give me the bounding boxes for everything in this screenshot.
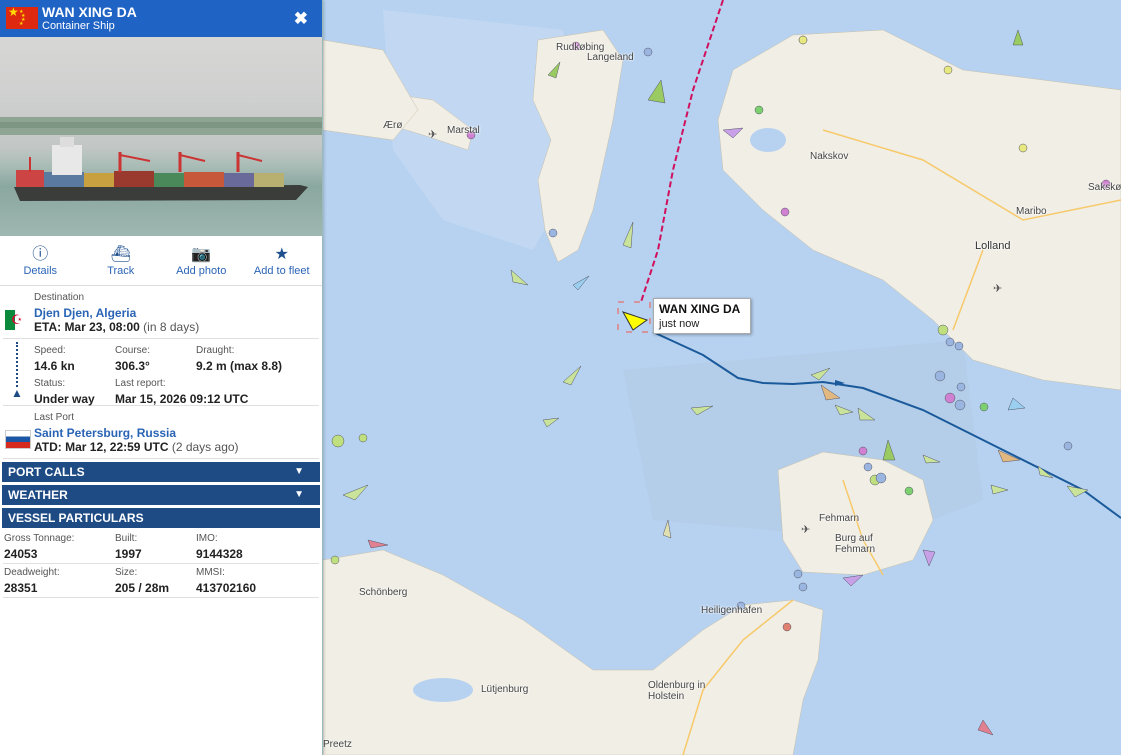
- china-flag-icon: ★ ★ ★ ★ ★: [6, 6, 38, 29]
- destination-port-link[interactable]: Djen Djen, Algeria: [34, 306, 136, 320]
- draught-label: Draught:: [196, 345, 235, 356]
- details-label: Details: [23, 265, 58, 277]
- lake: [413, 678, 473, 702]
- voyage-progress-line: [16, 342, 18, 387]
- draught-value: 9.2 m (max 8.8): [196, 359, 283, 373]
- place-label: Preetz: [323, 739, 352, 750]
- weather-toggle[interactable]: WEATHER ▼: [2, 485, 320, 505]
- atd-line: ATD: Mar 12, 22:59 UTC (2 days ago): [34, 440, 239, 454]
- place-label: Nakskov: [810, 151, 849, 162]
- last-port-section: Last Port Saint Petersburg, Russia ATD: …: [3, 406, 319, 459]
- selected-vessel-icon: [621, 311, 649, 331]
- destination-label: Destination: [34, 292, 85, 303]
- last-report-value: Mar 15, 2026 09:12 UTC: [115, 392, 249, 406]
- place-label: Schönberg: [359, 587, 408, 598]
- status-label: Status:: [34, 378, 66, 389]
- gross-tonnage-label: Gross Tonnage:: [4, 533, 75, 544]
- last-port-label: Last Port: [34, 412, 75, 423]
- add-to-fleet-button[interactable]: ★ Add to fleet: [242, 236, 323, 285]
- place-label: Maribo: [1016, 206, 1047, 217]
- place-label: Marstal: [447, 125, 480, 136]
- atd-note: (2 days ago): [171, 440, 239, 454]
- imo-label: IMO:: [196, 533, 218, 544]
- place-label: Burg auf Fehmarn: [835, 533, 876, 555]
- eta-line: ETA: Mar 23, 08:00 (in 8 days): [34, 320, 199, 334]
- speed-label: Speed:: [34, 345, 66, 356]
- russia-flag-icon: [5, 430, 31, 449]
- vessel-photo[interactable]: [0, 37, 322, 236]
- speed-value: 14.6 kn: [34, 359, 75, 373]
- chevron-down-icon: ▼: [294, 489, 304, 500]
- algeria-flag-icon: ☪: [5, 310, 25, 330]
- place-label: Oldenburg in Holstein: [648, 680, 706, 702]
- last-report-label: Last report:: [115, 378, 166, 389]
- place-label: Langeland: [587, 52, 634, 63]
- place-label: Heiligenhafen: [701, 605, 763, 616]
- port-calls-toggle[interactable]: PORT CALLS ▼: [2, 462, 320, 482]
- atd-value: ATD: Mar 12, 22:59 UTC: [34, 440, 169, 454]
- svg-text:✈: ✈: [428, 129, 437, 141]
- mmsi-value: 413702160: [196, 581, 257, 595]
- vessel-particulars-toggle[interactable]: VESSEL PARTICULARS: [2, 508, 320, 528]
- place-label: Lütjenburg: [481, 684, 529, 695]
- place-label: Lolland: [975, 240, 1011, 252]
- ship-icon: ⛴: [110, 246, 131, 263]
- particulars-row-1: Gross Tonnage: 24053 Built: 1997 IMO: 91…: [3, 530, 319, 564]
- vessel-tooltip[interactable]: WAN XING DA just now: [653, 298, 751, 334]
- vessel-position-icon: ▲: [11, 386, 23, 400]
- eta-value: ETA: Mar 23, 08:00: [34, 320, 140, 334]
- imo-value: 9144328: [196, 547, 243, 561]
- track-label: Track: [107, 265, 135, 277]
- lolland-island: [717, 29, 1121, 391]
- mmsi-label: MMSI:: [196, 567, 225, 578]
- ship-photo-image: [0, 117, 322, 201]
- status-value: Under way: [34, 392, 95, 406]
- tooltip-vessel-name: WAN XING DA: [659, 302, 741, 316]
- close-button[interactable]: ✖: [294, 9, 308, 29]
- track-button[interactable]: ⛴ Track: [81, 236, 162, 285]
- panel-header: ★ ★ ★ ★ ★ WAN XING DA Container Ship ✖: [0, 0, 322, 37]
- star-icon: ★: [274, 246, 289, 263]
- lake: [750, 128, 786, 152]
- vessel-particulars-label: VESSEL PARTICULARS: [8, 511, 144, 525]
- add-photo-label: Add photo: [176, 265, 227, 277]
- map-canvas[interactable]: ✈ ✈ ✈: [323, 0, 1121, 755]
- planned-route: [640, 0, 724, 303]
- place-label: Ærø: [383, 120, 403, 131]
- place-label: Sakskøbing: [1088, 182, 1121, 193]
- voyage-section: ▲ Speed: 14.6 kn Course: 306.3° Draught:…: [3, 339, 319, 406]
- eta-note: (in 8 days): [143, 320, 200, 334]
- svg-text:✈: ✈: [993, 283, 1002, 295]
- svg-text:✈: ✈: [801, 524, 810, 536]
- deadweight-value: 28351: [4, 581, 38, 595]
- built-value: 1997: [115, 547, 142, 561]
- tooltip-time: just now: [659, 318, 700, 330]
- chevron-down-icon: ▼: [294, 466, 304, 477]
- info-icon: ⓘ: [32, 246, 49, 263]
- vessel-name: WAN XING DA: [42, 4, 137, 20]
- vessel-type: Container Ship: [42, 20, 115, 32]
- mainland-germany: [323, 549, 824, 755]
- action-bar: ⓘ Details ⛴ Track 📷 Add photo ★ Add to f…: [0, 236, 322, 286]
- course-label: Course:: [115, 345, 151, 356]
- vessel-info-panel: ★ ★ ★ ★ ★ WAN XING DA Container Ship ✖ ⓘ…: [0, 0, 323, 755]
- built-label: Built:: [115, 533, 138, 544]
- map-view[interactable]: ✈ ✈ ✈ Rudkøbing Langeland Ærø Marstal Na…: [323, 0, 1121, 755]
- add-photo-button[interactable]: 📷 Add photo: [161, 236, 242, 285]
- size-label: Size:: [115, 567, 138, 578]
- weather-label: WEATHER: [8, 488, 68, 502]
- camera-icon: 📷: [191, 246, 212, 263]
- place-label: Fehmarn: [819, 513, 860, 524]
- course-value: 306.3°: [115, 359, 150, 373]
- details-button[interactable]: ⓘ Details: [0, 236, 81, 285]
- add-to-fleet-label: Add to fleet: [253, 265, 310, 277]
- gross-tonnage-value: 24053: [4, 547, 38, 561]
- last-port-link[interactable]: Saint Petersburg, Russia: [34, 426, 176, 440]
- destination-section: ☪ Destination Djen Djen, Algeria ETA: Ma…: [3, 286, 319, 339]
- particulars-row-2: Deadweight: 28351 Size: 205 / 28m MMSI: …: [3, 564, 319, 598]
- deadweight-label: Deadweight:: [4, 567, 60, 578]
- size-value: 205 / 28m: [115, 581, 170, 595]
- port-calls-label: PORT CALLS: [8, 465, 85, 479]
